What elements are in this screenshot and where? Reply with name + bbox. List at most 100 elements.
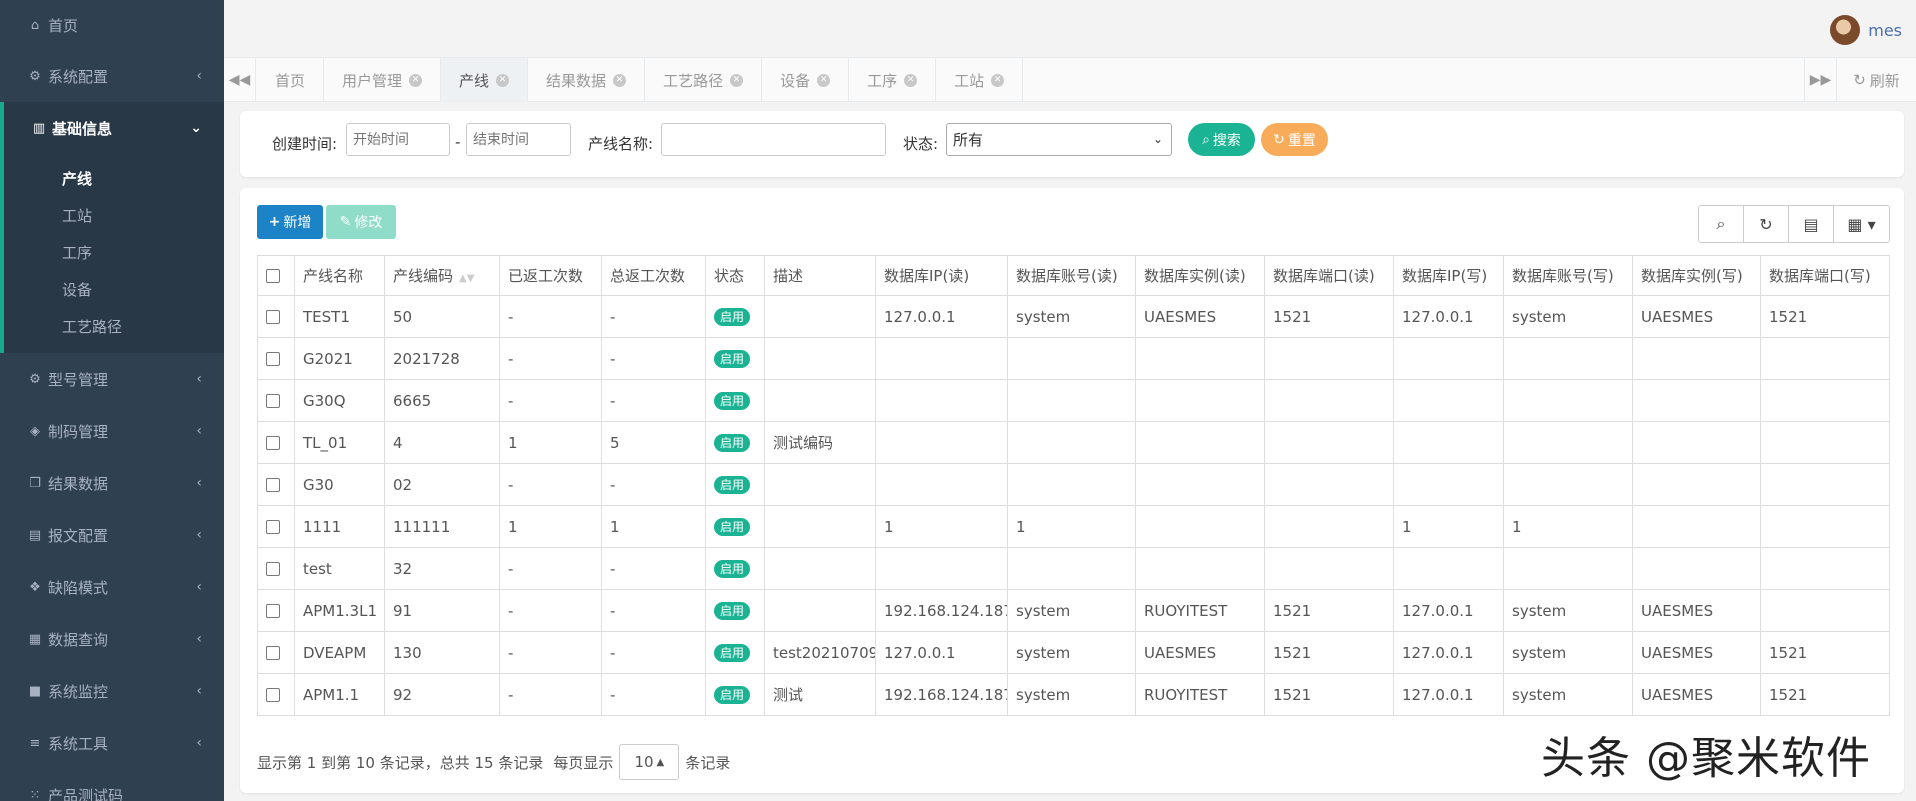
row-checkbox[interactable] xyxy=(257,421,295,464)
reset-button[interactable]: ↻ 重置 xyxy=(1261,123,1328,156)
column-header[interactable]: 描述 xyxy=(764,255,876,296)
tab-device[interactable]: 设备 ✕ xyxy=(762,58,850,102)
tab-process[interactable]: 工序 ✕ xyxy=(849,58,937,102)
search-button[interactable]: ⌕ 搜索 xyxy=(1188,123,1255,156)
nav-defect[interactable]: ❖ 缺陷模式 ‹ xyxy=(0,561,224,613)
nav-label: 首页 xyxy=(48,16,79,35)
refresh-table-button[interactable]: ↻ xyxy=(1744,206,1789,242)
row-checkbox[interactable] xyxy=(257,505,295,548)
nav-tools[interactable]: ≡ 系统工具 ‹ xyxy=(0,717,224,769)
table-cell: 1 xyxy=(499,505,602,548)
column-header[interactable]: 数据库实例(读) xyxy=(1135,255,1265,296)
page-size-select[interactable]: 10 ▲ xyxy=(619,744,680,780)
table-row[interactable]: TEST1 50- - 启用 127.0.0.1 system UAESMES 1521 127… xyxy=(257,295,1890,338)
per-page-suffix: 条记录 xyxy=(685,753,731,772)
table-header-row: 产线名称 产线编码 ▲▼ 已返工次数 总返工次数 状态 描述 数据库IP(读) 数… xyxy=(257,255,1890,296)
table-row[interactable]: G2021 2021728- - 启用 xyxy=(257,337,1890,380)
column-header[interactable]: 状态 xyxy=(705,255,765,296)
row-checkbox[interactable] xyxy=(257,337,295,380)
table-cell: UAESMES xyxy=(1135,295,1265,338)
status-badge: 启用 xyxy=(714,350,751,368)
refresh-button[interactable]: ↻ 刷新 xyxy=(1836,58,1916,102)
table-row[interactable]: test 32- - 启用 xyxy=(257,547,1890,590)
tab-line[interactable]: 产线 ✕ xyxy=(441,58,529,102)
close-icon[interactable]: ✕ xyxy=(991,73,1005,87)
column-header[interactable]: 数据库实例(写) xyxy=(1632,255,1761,296)
table-row[interactable]: DVEAPM 130- - 启用 test20210709 127.0.0.1 system… xyxy=(257,631,1890,674)
close-icon[interactable]: ✕ xyxy=(817,73,831,87)
nav-code[interactable]: ◈ 制码管理 ‹ xyxy=(0,405,224,457)
column-header[interactable]: 数据库端口(写) xyxy=(1760,255,1890,296)
column-header[interactable]: 数据库IP(读) xyxy=(875,255,1008,296)
close-icon[interactable]: ✕ xyxy=(730,73,744,87)
search-icon: ⌕ xyxy=(1202,131,1210,148)
close-icon[interactable]: ✕ xyxy=(409,73,423,87)
table-cell: - xyxy=(499,295,602,338)
table-row[interactable]: G30Q 6665- - 启用 xyxy=(257,379,1890,422)
tabs-scroll-left-icon[interactable]: ◀◀ xyxy=(224,58,256,102)
nav-query[interactable]: ▦ 数据查询 ‹ xyxy=(0,613,224,665)
nav-message[interactable]: ▤ 报文配置 ‹ xyxy=(0,509,224,561)
close-icon[interactable]: ✕ xyxy=(613,73,627,87)
edit-button[interactable]: ✎ 修改 xyxy=(326,205,396,239)
column-header[interactable]: 数据库端口(读) xyxy=(1264,255,1394,296)
tab-user-management[interactable]: 用户管理 ✕ xyxy=(324,58,442,102)
column-header[interactable]: 已返工次数 xyxy=(499,255,602,296)
table-row[interactable]: APM1.1 92- - 启用 测试 192.168.124.187 system RUOYI… xyxy=(257,673,1890,716)
nav-test-code[interactable]: ⁙ 产品测试码 xyxy=(0,769,224,801)
line-name-label: 产线名称: xyxy=(588,135,654,153)
close-icon[interactable]: ✕ xyxy=(496,73,510,87)
row-checkbox[interactable] xyxy=(257,379,295,422)
chevron-left-icon: ‹ xyxy=(196,68,202,84)
nav-monitor[interactable]: ■ 系统监控 ‹ xyxy=(0,665,224,717)
add-button[interactable]: + 新增 xyxy=(257,205,323,239)
sub-item-route[interactable]: 工艺路径 xyxy=(4,308,224,345)
user-menu[interactable]: mes xyxy=(1830,15,1902,45)
column-header[interactable]: 数据库账号(读) xyxy=(1007,255,1136,296)
row-checkbox[interactable] xyxy=(257,463,295,506)
table-cell: test xyxy=(294,547,385,590)
end-time-input[interactable] xyxy=(466,123,571,156)
column-header[interactable]: 总返工次数 xyxy=(601,255,706,296)
column-header[interactable]: 数据库IP(写) xyxy=(1393,255,1504,296)
table-row[interactable]: APM1.3L1 91- - 启用 192.168.124.187 system RUOYI… xyxy=(257,589,1890,632)
column-header-sortable[interactable]: 产线编码 ▲▼ xyxy=(384,255,500,296)
sub-item-station[interactable]: 工站 xyxy=(4,197,224,234)
row-checkbox[interactable] xyxy=(257,673,295,716)
row-checkbox[interactable] xyxy=(257,631,295,674)
nav-home[interactable]: ⌂ 首页 xyxy=(0,0,224,50)
table-cell: - xyxy=(601,463,706,506)
toggle-view-button[interactable]: ▤ xyxy=(1789,206,1834,242)
nav-model[interactable]: ⚙ 型号管理 ‹ xyxy=(0,353,224,405)
start-time-input[interactable] xyxy=(346,123,450,156)
row-checkbox[interactable] xyxy=(257,589,295,632)
line-name-input[interactable] xyxy=(661,123,886,156)
sub-item-line[interactable]: 产线 xyxy=(4,160,224,197)
column-header[interactable]: 产线名称 xyxy=(294,255,385,296)
search-toggle-button[interactable]: ⌕ xyxy=(1699,206,1744,242)
tab-result-data[interactable]: 结果数据 ✕ xyxy=(528,58,646,102)
table-cell xyxy=(1264,505,1394,548)
status-select[interactable]: 所有 ⌄ xyxy=(946,123,1172,156)
nav-system-config[interactable]: ⚙ 系统配置 ‹ xyxy=(0,50,224,102)
status-badge: 启用 xyxy=(714,476,751,494)
table-row[interactable]: 1111 111111 1 1 启用 1 1 1 1 xyxy=(257,505,1890,548)
nav-basic-info[interactable]: ▥ 基础信息 ⌄ xyxy=(0,102,224,154)
column-header[interactable]: 数据库账号(写) xyxy=(1503,255,1633,296)
tab-route[interactable]: 工艺路径 ✕ xyxy=(645,58,763,102)
sub-item-process[interactable]: 工序 xyxy=(4,234,224,271)
table-row[interactable]: TL_01 4 1 5 启用 测试编码 xyxy=(257,421,1890,464)
row-checkbox[interactable] xyxy=(257,295,295,338)
select-all-checkbox[interactable] xyxy=(257,255,295,296)
table-cell: 1521 xyxy=(1760,295,1890,338)
tabs-scroll-right-icon[interactable]: ▶▶ xyxy=(1804,58,1836,102)
close-icon[interactable]: ✕ xyxy=(904,73,918,87)
columns-button[interactable]: ▦ ▾ xyxy=(1834,206,1889,242)
tab-station[interactable]: 工站 ✕ xyxy=(936,58,1024,102)
table-cell: UAESMES xyxy=(1632,589,1761,632)
tab-home[interactable]: 首页 xyxy=(257,58,325,102)
row-checkbox[interactable] xyxy=(257,547,295,590)
sub-item-device[interactable]: 设备 xyxy=(4,271,224,308)
table-row[interactable]: G30 02- - 启用 xyxy=(257,463,1890,506)
nav-result[interactable]: ❐ 结果数据 ‹ xyxy=(0,457,224,509)
